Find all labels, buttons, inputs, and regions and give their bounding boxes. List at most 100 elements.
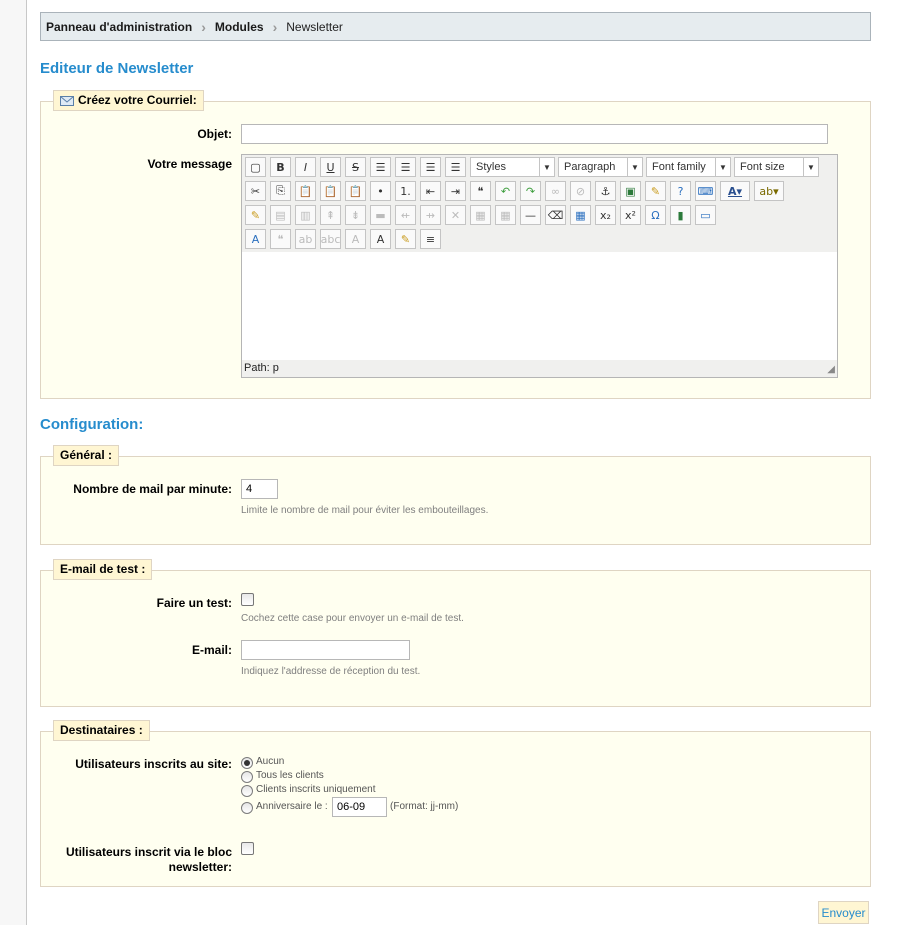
unlink-icon[interactable]: ⊘ (570, 181, 591, 201)
undo-icon[interactable]: ↶ (495, 181, 516, 201)
block-users-label: Utilisateurs inscrit via le bloc newslet… (65, 845, 232, 874)
numbered-list-icon[interactable]: 1. (395, 181, 416, 201)
cut-icon[interactable]: ✂ (245, 181, 266, 201)
attribs-icon[interactable]: ✎ (395, 229, 416, 249)
strikethrough-icon[interactable]: S (345, 157, 366, 177)
insert-row-after-icon[interactable]: ⇟ (345, 205, 366, 225)
general-legend: Général : (53, 445, 120, 466)
align-right-icon[interactable]: ☰ (420, 157, 441, 177)
insert-col-before-icon[interactable]: ⇷ (395, 205, 416, 225)
radio-all-clients-label: Tous les clients (256, 770, 324, 781)
radio-birthday-label: Anniversaire le : (256, 801, 328, 812)
align-left-icon[interactable]: ☰ (370, 157, 391, 177)
nonbreaking-icon[interactable]: ≡ (420, 229, 441, 249)
delete-row-icon[interactable]: ▬ (370, 205, 391, 225)
text-color-icon[interactable]: A▾ (720, 181, 750, 201)
test-email-fieldset (40, 570, 871, 707)
resize-handle-icon[interactable]: ◢ (827, 364, 835, 375)
del-icon[interactable]: A (345, 229, 366, 249)
html-source-icon[interactable]: ⌨ (695, 181, 716, 201)
subject-label: Objet: (197, 127, 232, 141)
insert-table-icon[interactable]: ▦ (570, 205, 591, 225)
copy-icon[interactable]: ⎘ (270, 181, 291, 201)
merge-cells-icon[interactable]: ▦ (495, 205, 516, 225)
radio-none-label: Aucun (256, 756, 285, 767)
test-email-input[interactable] (241, 640, 410, 660)
font-size-select[interactable]: Font size ▼ (734, 157, 819, 177)
style-props-icon[interactable]: A (245, 229, 266, 249)
compose-legend: Créez votre Courriel: (53, 90, 204, 111)
paragraph-select[interactable]: Paragraph ▼ (558, 157, 643, 177)
superscript-icon[interactable]: x² (620, 205, 641, 225)
bold-icon[interactable]: B (270, 157, 291, 177)
image-icon[interactable]: ▣ (620, 181, 641, 201)
remove-format-icon[interactable]: ⌫ (545, 205, 566, 225)
special-char-icon[interactable]: Ω (645, 205, 666, 225)
chevron-down-icon: ▼ (539, 158, 554, 176)
ins-icon[interactable]: A (370, 229, 391, 249)
split-cells-icon[interactable]: ▦ (470, 205, 491, 225)
highlight-color-icon[interactable]: ab▾ (754, 181, 784, 201)
paste-word-icon[interactable]: 📋 (345, 181, 366, 201)
table-cell-props-icon[interactable]: ▥ (295, 205, 316, 225)
configuration-title: Configuration: (40, 416, 144, 433)
table-row-props-icon[interactable]: ▤ (270, 205, 291, 225)
help-icon[interactable]: ? (670, 181, 691, 201)
send-button[interactable]: Envoyer (818, 901, 869, 924)
visual-aid-icon[interactable]: ✎ (245, 205, 266, 225)
align-justify-icon[interactable]: ☰ (445, 157, 466, 177)
mail-rate-input[interactable] (241, 479, 278, 499)
align-center-icon[interactable]: ☰ (395, 157, 416, 177)
editor-content-area[interactable] (242, 252, 837, 360)
breadcrumb-admin-link[interactable]: Panneau d'administration (46, 20, 192, 34)
radio-birthday[interactable] (241, 802, 253, 814)
font-family-select-label: Font family (652, 161, 706, 173)
cite-icon[interactable]: ❝ (270, 229, 291, 249)
paste-text-icon[interactable]: 📋 (320, 181, 341, 201)
abbr-icon[interactable]: ab (295, 229, 316, 249)
font-family-select[interactable]: Font family ▼ (646, 157, 731, 177)
do-test-checkbox[interactable] (241, 593, 254, 606)
paragraph-select-label: Paragraph (564, 161, 616, 173)
editor-toolbar-row-1: ▢ B I U S ☰ ☰ ☰ ☰ Styles ▼ Paragraph ▼ F… (245, 157, 822, 177)
subject-input[interactable] (241, 124, 828, 144)
breadcrumb-modules-link[interactable]: Modules (215, 20, 264, 34)
newsletter-editor-title: Editeur de Newsletter (40, 60, 194, 77)
anchor-icon[interactable]: ⚓ (595, 181, 616, 201)
block-users-checkbox[interactable] (241, 842, 254, 855)
fullscreen-icon[interactable]: ▭ (695, 205, 716, 225)
insert-col-after-icon[interactable]: ⇸ (420, 205, 441, 225)
chevron-down-icon: ▼ (803, 158, 818, 176)
breadcrumb-current: Newsletter (286, 19, 343, 34)
chevron-right-icon: › (272, 18, 278, 35)
subscript-icon[interactable]: x₂ (595, 205, 616, 225)
italic-icon[interactable]: I (295, 157, 316, 177)
media-icon[interactable]: ▮ (670, 205, 691, 225)
bullet-list-icon[interactable]: • (370, 181, 391, 201)
birthday-input[interactable] (332, 797, 387, 817)
link-icon[interactable]: ∞ (545, 181, 566, 201)
paste-icon[interactable]: 📋 (295, 181, 316, 201)
general-fieldset (40, 456, 871, 545)
blockquote-icon[interactable]: ❝ (470, 181, 491, 201)
horizontal-rule-icon[interactable]: — (520, 205, 541, 225)
underline-icon[interactable]: U (320, 157, 341, 177)
birthday-format-hint: (Format: jj-mm) (390, 801, 459, 812)
insert-row-before-icon[interactable]: ⇞ (320, 205, 341, 225)
breadcrumb: Panneau d'administration › Modules › New… (40, 12, 871, 41)
outdent-icon[interactable]: ⇤ (420, 181, 441, 201)
acronym-icon[interactable]: abc (320, 229, 341, 249)
radio-subscribed-clients[interactable] (241, 785, 253, 797)
delete-col-icon[interactable]: ✕ (445, 205, 466, 225)
styles-select[interactable]: Styles ▼ (470, 157, 555, 177)
cleanup-icon[interactable]: ✎ (645, 181, 666, 201)
message-label: Votre message (147, 157, 233, 171)
radio-all-clients[interactable] (241, 771, 253, 783)
font-size-select-label: Font size (740, 161, 785, 173)
editor-toolbar-row-4: A ❝ ab abc A A ✎ ≡ (245, 229, 445, 249)
new-document-icon[interactable]: ▢ (245, 157, 266, 177)
editor-toolbar-row-2: ✂ ⎘ 📋 📋 📋 • 1. ⇤ ⇥ ❝ ↶ ↷ ∞ ⊘ ⚓ ▣ ✎ ? ⌨ A… (245, 181, 788, 201)
radio-none[interactable] (241, 757, 253, 769)
redo-icon[interactable]: ↷ (520, 181, 541, 201)
indent-icon[interactable]: ⇥ (445, 181, 466, 201)
